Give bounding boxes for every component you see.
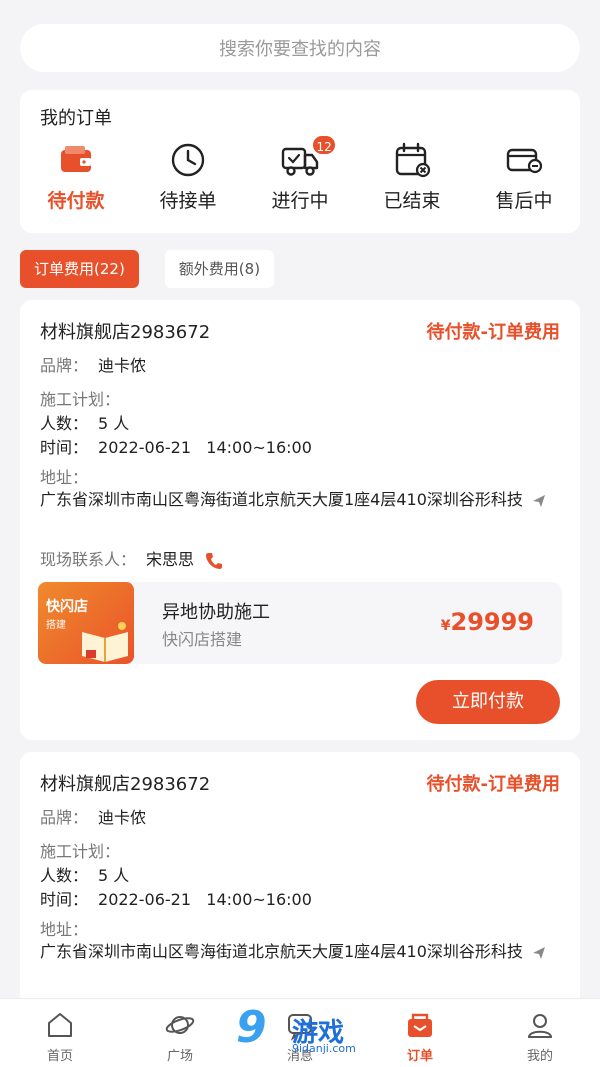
order-tab-pending-payment[interactable]: 待付款 [20,140,132,213]
people-label: 人数： [40,414,89,433]
fee-tab-extra-fee[interactable]: 额外费用(8) [164,250,275,288]
order-icon [408,1013,432,1037]
brand-label: 品牌： [40,356,89,375]
in-progress-count-badge: 12 [311,134,338,156]
search-placeholder: 搜索你要查找的内容 [219,39,381,60]
profile-icon [527,1014,553,1038]
phone-icon[interactable] [204,551,224,571]
tab-label: 我的 [526,1049,553,1064]
people-value: 5 人 [98,414,130,433]
planet-icon [165,1016,195,1034]
order-tab-label: 待接单 [159,190,217,212]
brand-label: 品牌： [40,808,89,827]
fee-tab-order-fee[interactable]: 订单费用(22) [20,250,139,288]
service-price: ¥29999 [441,608,534,636]
service-name: 异地协助施工 [162,602,270,623]
message-icon [288,1014,312,1041]
order-tab-finished[interactable]: 已结束 [356,140,468,213]
search-bar[interactable]: 搜索你要查找的内容 [20,24,580,72]
order-tab-after-sales[interactable]: 售后中 [468,140,580,213]
order-tab-label: 售后中 [495,190,553,212]
plan-label: 施工计划： [40,390,121,409]
time-row: 时间： 2022-06-21 14:00~16:00 [40,434,312,458]
people-label: 人数： [40,866,89,885]
home-icon [48,1013,72,1037]
time-label: 时间： [40,438,89,457]
contact-row: 现场联系人： 宋思思 [40,546,224,571]
navigate-icon[interactable] [531,493,547,509]
fee-tabs: 订单费用(22) 额外费用(8) [20,250,300,288]
service-thumbnail: 快闪店 搭建 [38,582,134,664]
order-tab-awaiting-acceptance[interactable]: 待接单 [132,140,244,213]
brand-value: 迪卡侬 [98,356,147,375]
pay-now-button[interactable]: 立即付款 [416,680,560,724]
address-block: 广东省深圳市南山区粤海街道北京航天大厦1座4层410深圳谷形科技 [40,938,565,966]
time-label: 时间： [40,890,89,909]
thumb-subtitle: 搭建 [46,620,66,631]
order-tab-label: 进行中 [271,190,329,212]
tab-orders[interactable]: 订单 [360,999,480,1067]
service-item[interactable]: 快闪店 搭建 异地协助施工 快闪店搭建 ¥29999 [38,582,562,664]
refund-icon [506,148,543,174]
time-row: 时间： 2022-06-21 14:00~16:00 [40,886,312,910]
tab-label: 广场 [166,1049,193,1064]
thumb-title: 快闪店 [46,599,88,615]
book-illustration-icon [82,622,128,662]
price-value: 29999 [450,608,535,636]
people-value: 5 人 [98,866,130,885]
address-label: 地址： [40,920,89,939]
address-text: 广东省深圳市南山区粤海街道北京航天大厦1座4层410深圳谷形科技 [40,490,523,509]
brand-value: 迪卡侬 [98,808,147,827]
order-status: 待付款-订单费用 [426,322,560,343]
address-text: 广东省深圳市南山区粤海街道北京航天大厦1座4层410深圳谷形科技 [40,942,523,961]
plan-label: 施工计划： [40,842,121,861]
tab-label: 订单 [406,1049,433,1064]
wallet-icon [61,146,91,172]
order-tab-label: 已结束 [383,190,441,212]
address-block: 广东省深圳市南山区粤海街道北京航天大厦1座4层410深圳谷形科技 [40,486,565,514]
currency-symbol: ¥ [440,618,451,634]
brand-row: 品牌： 迪卡侬 [40,804,146,828]
shop-name: 材料旗舰店2983672 [40,322,211,343]
navigate-icon[interactable] [531,945,547,961]
brand-row: 品牌： 迪卡侬 [40,352,146,376]
tab-label: 首页 [46,1049,73,1064]
shop-name: 材料旗舰店2983672 [40,774,211,795]
people-row: 人数： 5 人 [40,410,129,434]
address-label: 地址： [40,468,89,487]
tab-label: 消息 [286,1049,313,1064]
order-tab-in-progress[interactable]: 12 进行中 [244,134,356,213]
my-orders-title: 我的订单 [40,108,112,129]
my-orders-panel: 我的订单 待付款 待接单 12 进行中 已结束 售后中 [20,90,580,233]
tab-plaza[interactable]: 广场 [120,999,240,1067]
order-tab-label: 待付款 [47,190,105,212]
contact-name: 宋思思 [146,550,195,569]
calendar-x-icon [395,142,431,178]
bottom-tab-bar: 首页 广场 消息 订单 我的 [0,998,600,1067]
tab-home[interactable]: 首页 [0,999,120,1067]
service-subtitle: 快闪店搭建 [162,630,243,649]
time-value: 2022-06-21 14:00~16:00 [98,890,312,909]
order-card[interactable]: 材料旗舰店2983672 待付款-订单费用 品牌： 迪卡侬 施工计划： 人数： 5 … [20,300,580,740]
tab-messages[interactable]: 消息 [240,999,360,1067]
time-value: 2022-06-21 14:00~16:00 [98,438,312,457]
people-row: 人数： 5 人 [40,862,129,886]
order-status: 待付款-订单费用 [426,774,560,795]
contact-label: 现场联系人： [40,550,137,569]
tab-profile[interactable]: 我的 [480,999,600,1067]
clock-icon [171,143,205,177]
order-card[interactable]: 材料旗舰店2983672 待付款-订单费用 品牌： 迪卡侬 施工计划： 人数： 5 … [20,752,580,1012]
